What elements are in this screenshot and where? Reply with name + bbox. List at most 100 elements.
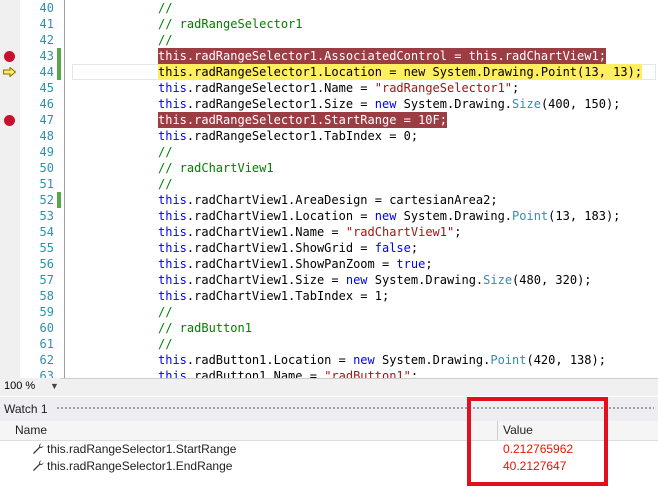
code-line[interactable]: 43 this.radRangeSelector1.AssociatedContr… <box>0 48 658 64</box>
code-token: this.radRangeSelector1.StartRange = 10F; <box>158 113 447 127</box>
code-text: this.radButton1.Name = "radButton1"; <box>158 368 418 378</box>
code-token: ; <box>410 241 419 255</box>
code-line[interactable]: 62 this.radButton1.Location = new System.… <box>0 352 658 368</box>
line-number: 58 <box>39 289 54 303</box>
code-token: true <box>396 257 426 271</box>
code-line[interactable]: 48 this.radRangeSelector1.TabIndex = 0; <box>0 128 658 144</box>
code-token: Size <box>512 97 541 111</box>
code-token: this <box>158 257 187 271</box>
code-token: .radButton1.Name = <box>186 369 325 378</box>
code-token: this <box>158 353 187 367</box>
code-line[interactable]: 47 this.radRangeSelector1.StartRange = 10… <box>0 112 658 128</box>
code-text: this.radChartView1.AreaDesign = cartesia… <box>158 192 498 208</box>
code-line[interactable]: 54 this.radChartView1.Name = "radChartVie… <box>0 224 658 240</box>
code-line[interactable]: 46 this.radRangeSelector1.Size = new Syst… <box>0 96 658 112</box>
code-token: new <box>374 209 397 223</box>
watch-name: this.radRangeSelector1.StartRange <box>47 442 237 456</box>
code-token: ; <box>410 369 419 378</box>
code-line[interactable]: 53 this.radChartView1.Location = new Syst… <box>0 208 658 224</box>
column-header-name[interactable]: Name <box>15 423 47 437</box>
code-line[interactable]: 45 this.radRangeSelector1.Name = "radRang… <box>0 80 658 96</box>
code-token: System.Drawing. <box>374 353 491 367</box>
code-token: this <box>158 97 187 111</box>
current-statement-arrow-icon[interactable] <box>3 67 16 77</box>
code-token: Size <box>483 273 513 287</box>
line-number: 44 <box>39 65 54 79</box>
code-token: (420, 138); <box>526 353 606 367</box>
code-token: (400, 150); <box>540 97 621 111</box>
line-number: 40 <box>39 1 54 15</box>
line-number: 45 <box>39 81 54 95</box>
code-line[interactable]: 58 this.radChartView1.TabIndex = 1; <box>0 288 658 304</box>
line-number: 60 <box>39 321 54 335</box>
code-text: this.radChartView1.Size = new System.Dra… <box>158 272 592 288</box>
code-token: this <box>158 289 187 303</box>
code-token: .radChartView1.Size = <box>186 273 346 287</box>
code-token: .radRangeSelector1.Size = <box>186 97 375 111</box>
line-number: 41 <box>39 17 54 31</box>
watch-name: this.radRangeSelector1.EndRange <box>47 459 233 473</box>
code-line[interactable]: 42 // <box>0 32 658 48</box>
code-text: this.radChartView1.ShowGrid = false; <box>158 240 418 256</box>
code-token: // <box>158 145 173 159</box>
code-text: // <box>158 336 172 352</box>
code-line[interactable]: 50 // radChartView1 <box>0 160 658 176</box>
line-number: 52 <box>39 193 54 207</box>
code-token: // <box>158 305 173 319</box>
code-line[interactable]: 57 this.radChartView1.Size = new System.D… <box>0 272 658 288</box>
code-line[interactable]: 60 // radButton1 <box>0 320 658 336</box>
code-text: this.radRangeSelector1.Location = new Sy… <box>158 64 643 80</box>
code-line[interactable]: 55 this.radChartView1.ShowGrid = false; <box>0 240 658 256</box>
breakpoint-icon[interactable] <box>4 51 15 62</box>
code-token: .radChartView1.ShowGrid = <box>186 241 375 255</box>
code-token: .radRangeSelector1.Name = <box>186 81 375 95</box>
code-token: // radChartView1 <box>158 161 274 175</box>
line-number: 63 <box>39 369 54 378</box>
code-token: (13, 183); <box>548 209 621 223</box>
breakpoint-icon[interactable] <box>4 115 15 126</box>
code-token: this <box>158 225 187 239</box>
annotation-highlight-box <box>467 397 608 486</box>
code-line[interactable]: 59 // <box>0 304 658 320</box>
code-text: this.radChartView1.TabIndex = 1; <box>158 288 389 304</box>
zoom-dropdown[interactable]: 100 % ▼ <box>0 378 60 396</box>
code-text: // <box>158 304 172 320</box>
code-line[interactable]: 61 // <box>0 336 658 352</box>
code-line[interactable]: 51 // <box>0 176 658 192</box>
code-token: ; <box>425 257 433 271</box>
horizontal-scrollbar[interactable] <box>60 379 658 396</box>
code-text: this.radChartView1.Name = "radChartView1… <box>158 224 461 240</box>
code-text: this.radRangeSelector1.TabIndex = 0; <box>158 128 418 144</box>
code-text: // radChartView1 <box>158 160 274 176</box>
line-number: 59 <box>39 305 54 319</box>
change-marker <box>57 192 61 208</box>
code-token: .radChartView1.ShowPanZoom = <box>186 257 397 271</box>
wrench-icon <box>33 460 44 471</box>
code-line[interactable]: 52 this.radChartView1.AreaDesign = cartes… <box>0 192 658 208</box>
code-line[interactable]: 49 // <box>0 144 658 160</box>
line-number: 50 <box>39 161 54 175</box>
code-token: ; <box>512 81 520 95</box>
code-line[interactable]: 63 this.radButton1.Name = "radButton1"; <box>0 368 658 378</box>
code-line[interactable]: 56 this.radChartView1.ShowPanZoom = true; <box>0 256 658 272</box>
code-token: this.radRangeSelector1.Location = new Sy… <box>158 65 643 79</box>
line-number: 51 <box>39 177 54 191</box>
code-token: Point <box>490 353 527 367</box>
code-token: this <box>158 369 187 378</box>
code-editor[interactable]: 40//41// radRangeSelector1 42//43 this.rad… <box>0 0 658 378</box>
code-line[interactable]: 41 // radRangeSelector1 <box>0 16 658 32</box>
code-line[interactable]: 40 // <box>0 0 658 16</box>
line-number: 61 <box>39 337 54 351</box>
code-text: this.radButton1.Location = new System.Dr… <box>158 352 606 368</box>
code-text: this.radChartView1.ShowPanZoom = true; <box>158 256 433 272</box>
code-token: // radRangeSelector1 <box>158 17 303 31</box>
line-number: 56 <box>39 257 54 271</box>
code-text: this.radChartView1.Location = new System… <box>158 208 620 224</box>
code-token: .radChartView1.Location = <box>186 209 375 223</box>
wrench-icon <box>33 443 44 454</box>
code-token: this <box>158 209 187 223</box>
code-line[interactable]: 44 this.radRangeSelector1.Location = new … <box>0 64 658 80</box>
code-text: // <box>158 176 172 192</box>
code-token: // <box>158 337 173 351</box>
code-token: new <box>345 273 368 287</box>
